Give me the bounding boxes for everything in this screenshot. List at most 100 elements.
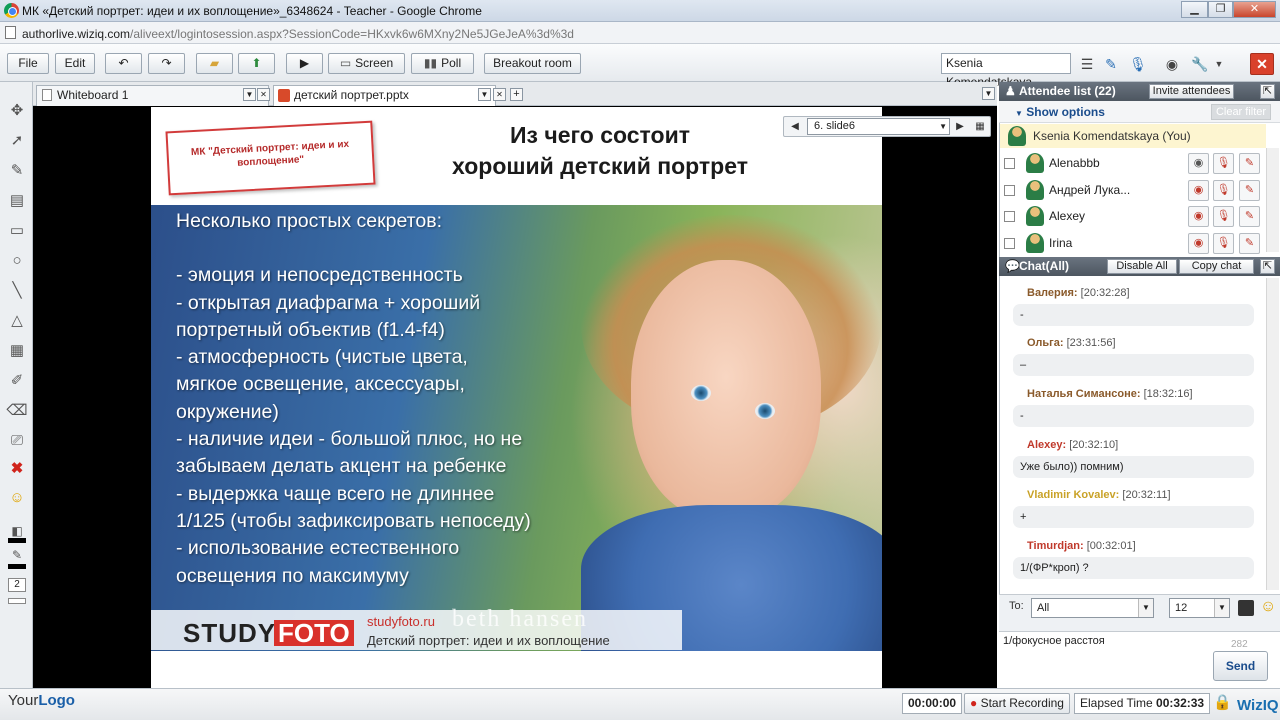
attendee-checkbox[interactable]: [1004, 185, 1015, 196]
poll-button[interactable]: ▮▮ Poll: [411, 53, 474, 74]
attendee-scrollbar[interactable]: [1266, 148, 1279, 252]
wrench-icon[interactable]: 🔧: [1190, 54, 1210, 74]
attendee-row-you[interactable]: Ksenia Komendatskaya (You): [1000, 124, 1266, 148]
chevron-down-icon[interactable]: ▼: [1212, 54, 1226, 74]
chat-header: 💬 Chat(All) Disable All Copy chat ⇱: [999, 257, 1280, 276]
start-recording-button[interactable]: ● Start Recording: [964, 693, 1070, 714]
rectangle-icon[interactable]: ▭: [6, 220, 28, 242]
slide-select[interactable]: 6. slide6 ▼: [807, 118, 950, 135]
attendee-checkbox[interactable]: [1004, 158, 1015, 169]
show-options-link[interactable]: ▼ Show options: [1015, 105, 1105, 119]
table-icon[interactable]: ▦: [6, 340, 28, 362]
disable-all-button[interactable]: Disable All: [1107, 259, 1177, 274]
circle-icon[interactable]: ○: [6, 250, 28, 272]
file-menu-button[interactable]: File: [7, 53, 49, 74]
lock-icon: 🔒: [1213, 694, 1232, 711]
chat-input-text[interactable]: 1/фокусное расстоя: [1003, 635, 1105, 647]
next-slide-button[interactable]: ▶: [951, 118, 969, 135]
expand-icon[interactable]: ⇱: [1260, 84, 1275, 99]
tab-menu-chevron-icon[interactable]: ▼: [478, 88, 491, 101]
clear-filter-button[interactable]: Clear filter: [1211, 104, 1271, 120]
redo-button[interactable]: ↷: [148, 53, 185, 74]
line-icon[interactable]: ╲: [6, 280, 28, 302]
attendee-row[interactable]: Андрей Лука... ◉ 🎙 ✎: [1000, 177, 1266, 203]
mic-off-icon[interactable]: 🎙: [1213, 180, 1234, 201]
user-list-icon[interactable]: ☰: [1077, 54, 1097, 74]
webcam-off-icon[interactable]: ◉: [1188, 180, 1209, 201]
tab-close-icon[interactable]: ✕: [493, 88, 506, 101]
undo-button[interactable]: ↶: [105, 53, 142, 74]
smiley-icon[interactable]: ☺: [6, 487, 28, 509]
tab-presentation[interactable]: детский портрет.pptx: [273, 85, 496, 106]
highlighter-icon[interactable]: ✐: [6, 370, 28, 392]
open-folder-button[interactable]: ▰: [196, 53, 233, 74]
window-close-button[interactable]: ✕: [1233, 1, 1276, 18]
invite-attendees-button[interactable]: Invite attendees: [1149, 84, 1234, 99]
line-width-slider[interactable]: [8, 598, 26, 604]
add-tab-icon[interactable]: +: [510, 88, 523, 101]
exit-session-button[interactable]: ✕: [1250, 53, 1274, 75]
chat-author: Timurdjan: [00:32:01]: [1027, 540, 1136, 552]
minimize-button[interactable]: ▁: [1181, 1, 1208, 18]
pen-off-icon[interactable]: ✎: [1239, 206, 1260, 227]
pen-off-icon[interactable]: ✎: [1239, 180, 1260, 201]
attendee-row[interactable]: Irina ◉ 🎙 ✎: [1000, 230, 1266, 256]
text-color-swatch[interactable]: [1238, 600, 1254, 616]
chat-recipient-select[interactable]: All ▼: [1031, 598, 1154, 618]
drawing-toolbox: ✥ ➚ ✎ ▤ ▭ ○ ╲ △ ▦ ✐ ⌫ ⎚ ✖ ☺ ◧ ✎ 2: [0, 82, 33, 688]
tabs-overflow-chevron-icon[interactable]: ▼: [982, 87, 995, 100]
url-text[interactable]: authorlive.wiziq.com/aliveext/logintoses…: [22, 27, 574, 41]
mic-off-icon[interactable]: 🎙: [1213, 206, 1234, 227]
edit-menu-button[interactable]: Edit: [55, 53, 95, 74]
pen-off-icon[interactable]: ✎: [1239, 153, 1260, 174]
webcam-off-icon[interactable]: ◉: [1188, 206, 1209, 227]
tab-menu-chevron-icon[interactable]: ▼: [243, 88, 256, 101]
triangle-icon[interactable]: △: [6, 310, 28, 332]
line-color-icon[interactable]: ✎: [6, 544, 28, 566]
breakout-room-button[interactable]: Breakout room: [484, 53, 581, 74]
chat-author-name: Ольга:: [1027, 337, 1064, 349]
move-tool-icon[interactable]: ✥: [6, 100, 28, 122]
text-tool-icon[interactable]: ▤: [6, 190, 28, 212]
upload-button[interactable]: ⬆: [238, 53, 275, 74]
webcam-icon[interactable]: ◉: [1162, 54, 1182, 74]
attendee-row[interactable]: Alenabbb ◉ 🎙 ✎: [1000, 150, 1266, 176]
grid-view-icon[interactable]: ▦: [971, 118, 989, 135]
address-bar[interactable]: authorlive.wiziq.com/aliveext/logintoses…: [0, 22, 1280, 44]
tab-whiteboard[interactable]: Whiteboard 1: [36, 85, 269, 106]
copy-chat-button[interactable]: Copy chat: [1179, 259, 1254, 274]
maximize-button[interactable]: ❐: [1208, 1, 1233, 18]
start-recording-label: Start Recording: [980, 696, 1064, 710]
prev-slide-button[interactable]: ◀: [786, 118, 804, 135]
mic-icon[interactable]: 🎙: [1128, 54, 1148, 74]
chat-author-name: Timurdjan:: [1027, 540, 1084, 552]
tab-close-icon[interactable]: ✕: [257, 88, 270, 101]
fill-color-swatch[interactable]: [8, 538, 26, 543]
webcam-icon[interactable]: ◉: [1188, 153, 1209, 174]
webcam-off-icon[interactable]: ◉: [1188, 233, 1209, 254]
eraser-icon[interactable]: ⌫: [6, 400, 28, 422]
font-size-select[interactable]: 12 ▼: [1169, 598, 1230, 618]
pencil-icon[interactable]: ✎: [6, 160, 28, 182]
send-button[interactable]: Send: [1213, 651, 1268, 681]
expand-icon[interactable]: ⇱: [1260, 259, 1275, 274]
select-arrow-icon[interactable]: ➚: [6, 130, 28, 152]
pen-icon[interactable]: ✎: [1101, 54, 1121, 74]
pen-off-icon[interactable]: ✎: [1239, 233, 1260, 254]
screen-share-button[interactable]: ▭ Screen: [328, 53, 405, 74]
slide-stamp: МК "Детский портрет: идеи и их воплощени…: [165, 120, 376, 196]
mic-off-icon[interactable]: 🎙: [1213, 233, 1234, 254]
attendee-row[interactable]: Alexey ◉ 🎙 ✎: [1000, 203, 1266, 229]
line-color-swatch[interactable]: [8, 564, 26, 569]
clear-tool-icon[interactable]: ⎚: [6, 430, 28, 452]
mic-off-icon[interactable]: 🎙: [1213, 153, 1234, 174]
attendee-checkbox[interactable]: [1004, 238, 1015, 249]
chat-time: [00:32:01]: [1086, 540, 1136, 552]
emoticon-icon[interactable]: ☺: [1260, 598, 1276, 616]
delete-icon[interactable]: ✖: [6, 458, 28, 480]
media-button[interactable]: ▶: [286, 53, 323, 74]
attendee-checkbox[interactable]: [1004, 211, 1015, 222]
media-icon: ▶: [299, 56, 310, 70]
chat-scrollbar[interactable]: [1266, 278, 1279, 590]
line-width-box[interactable]: 2: [8, 578, 26, 592]
